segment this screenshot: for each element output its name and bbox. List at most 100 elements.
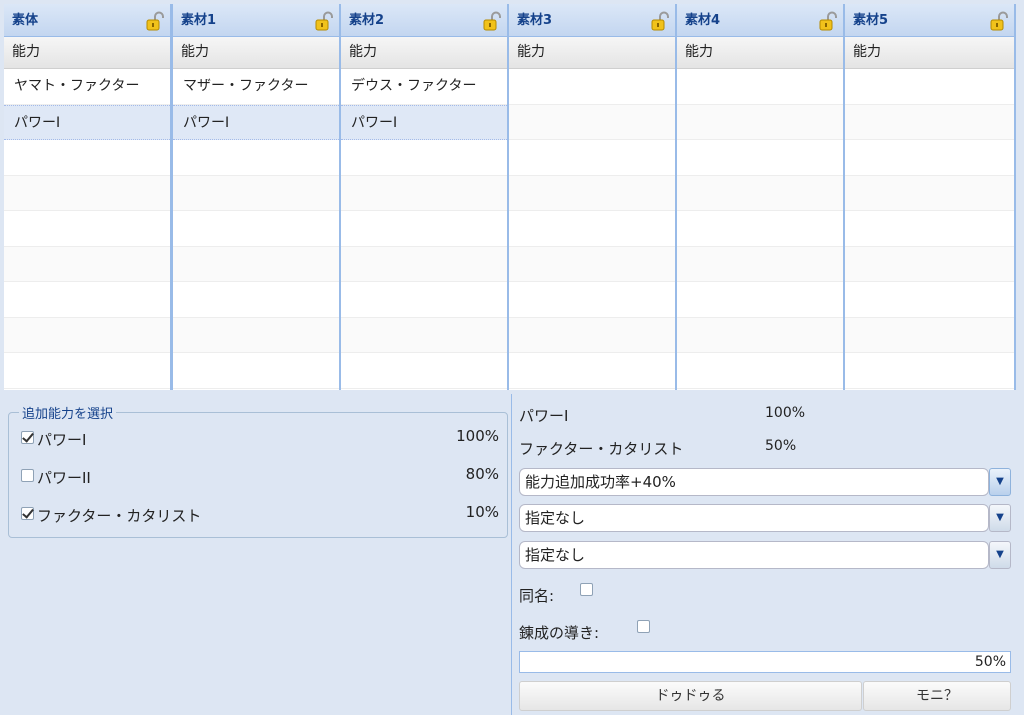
column-subheader[interactable]: 能力: [173, 37, 339, 69]
table-row[interactable]: [341, 211, 507, 247]
table-row[interactable]: [677, 104, 843, 140]
grid-rows: [677, 69, 843, 389]
table-row[interactable]: [509, 317, 675, 353]
fieldset-legend: 追加能力を選択: [19, 403, 117, 422]
option-select-2-value[interactable]: 指定なし: [519, 504, 989, 532]
table-row[interactable]: [509, 282, 675, 318]
table-row[interactable]: [509, 175, 675, 211]
option-select-3[interactable]: 指定なし ▼: [519, 541, 1011, 569]
column-subheader[interactable]: 能力: [845, 37, 1014, 69]
table-row[interactable]: [845, 140, 1014, 176]
chevron-down-icon[interactable]: ▼: [989, 468, 1011, 496]
table-row[interactable]: [677, 140, 843, 176]
table-row[interactable]: [677, 353, 843, 389]
option-select-3-value[interactable]: 指定なし: [519, 541, 989, 569]
option-label: ファクター・カタリスト: [37, 507, 202, 525]
table-row[interactable]: [845, 246, 1014, 282]
column-title: 素材2: [349, 13, 385, 28]
table-row[interactable]: デウス・ファクター: [341, 69, 507, 105]
same-name-checkbox[interactable]: [580, 583, 593, 596]
table-row[interactable]: [341, 140, 507, 176]
chevron-down-icon[interactable]: ▼: [989, 541, 1011, 569]
power-1-checkbox[interactable]: [21, 431, 34, 444]
grid-column: 素材1 能力 マザー・ファクター パワーI: [173, 4, 341, 390]
table-row[interactable]: [845, 211, 1014, 247]
table-row[interactable]: [341, 282, 507, 318]
table-row[interactable]: [4, 175, 170, 211]
table-row[interactable]: [341, 246, 507, 282]
table-row[interactable]: [4, 211, 170, 247]
padlock-open-icon[interactable]: [819, 11, 837, 31]
column-header[interactable]: 素材4: [677, 4, 843, 37]
table-row[interactable]: [677, 282, 843, 318]
table-row[interactable]: [341, 353, 507, 389]
table-row[interactable]: [509, 211, 675, 247]
table-row[interactable]: [677, 69, 843, 105]
table-row[interactable]: [845, 317, 1014, 353]
column-header[interactable]: 素材1: [173, 4, 339, 37]
padlock-open-icon[interactable]: [990, 11, 1008, 31]
chevron-down-icon[interactable]: ▼: [989, 504, 1011, 532]
column-header[interactable]: 素材5: [845, 4, 1014, 37]
table-row[interactable]: [677, 211, 843, 247]
table-row[interactable]: [4, 317, 170, 353]
boost-select-value[interactable]: 能力追加成功率+40%: [519, 468, 989, 496]
table-row[interactable]: [341, 317, 507, 353]
boost-select[interactable]: 能力追加成功率+40% ▼: [519, 468, 1011, 496]
table-row[interactable]: [341, 175, 507, 211]
table-row[interactable]: [677, 246, 843, 282]
table-row[interactable]: [509, 353, 675, 389]
column-subheader[interactable]: 能力: [677, 37, 843, 69]
table-row[interactable]: [173, 353, 339, 389]
table-row[interactable]: [677, 317, 843, 353]
column-header[interactable]: 素体: [4, 4, 170, 37]
table-row[interactable]: マザー・ファクター: [173, 69, 339, 105]
table-row[interactable]: [4, 140, 170, 176]
table-row[interactable]: [845, 104, 1014, 140]
padlock-open-icon[interactable]: [146, 11, 164, 31]
factor-catalyst-checkbox[interactable]: [21, 507, 34, 520]
table-row[interactable]: パワーI: [173, 104, 339, 140]
column-header[interactable]: 素材2: [341, 4, 507, 37]
table-row[interactable]: パワーI: [4, 104, 170, 140]
column-subheader[interactable]: 能力: [4, 37, 170, 69]
grid-rows: ヤマト・ファクター パワーI: [4, 69, 170, 389]
table-row[interactable]: [4, 282, 170, 318]
table-row[interactable]: [4, 246, 170, 282]
table-row[interactable]: パワーI: [341, 104, 507, 140]
success-progress-bar: 50%: [519, 651, 1011, 673]
option-power-1[interactable]: パワーI 100%: [21, 427, 499, 451]
table-row[interactable]: [845, 282, 1014, 318]
table-row[interactable]: [173, 175, 339, 211]
power-2-checkbox[interactable]: [21, 469, 34, 482]
table-row[interactable]: [173, 211, 339, 247]
table-row[interactable]: [173, 282, 339, 318]
table-row[interactable]: [509, 69, 675, 105]
monitor-button[interactable]: モニ？: [863, 681, 1011, 711]
table-row[interactable]: [509, 104, 675, 140]
padlock-open-icon[interactable]: [315, 11, 333, 31]
padlock-open-icon[interactable]: [651, 11, 669, 31]
table-row[interactable]: [509, 140, 675, 176]
column-subheader[interactable]: 能力: [509, 37, 675, 69]
option-factor-catalyst[interactable]: ファクター・カタリスト 10%: [21, 503, 499, 527]
guide-checkbox[interactable]: [637, 620, 650, 633]
table-row[interactable]: [509, 246, 675, 282]
grid-rows: [845, 69, 1014, 389]
column-header[interactable]: 素材3: [509, 4, 675, 37]
padlock-open-icon[interactable]: [483, 11, 501, 31]
option-percent: 10%: [465, 503, 499, 521]
table-row[interactable]: [845, 69, 1014, 105]
table-row[interactable]: [4, 353, 170, 389]
table-row[interactable]: [677, 175, 843, 211]
synthesize-button[interactable]: ドゥドゥる: [519, 681, 862, 711]
table-row[interactable]: [845, 175, 1014, 211]
table-row[interactable]: [173, 317, 339, 353]
table-row[interactable]: [173, 246, 339, 282]
table-row[interactable]: [173, 140, 339, 176]
option-power-2[interactable]: パワーII 80%: [21, 465, 499, 489]
table-row[interactable]: ヤマト・ファクター: [4, 69, 170, 105]
column-subheader[interactable]: 能力: [341, 37, 507, 69]
option-select-2[interactable]: 指定なし ▼: [519, 504, 1011, 532]
table-row[interactable]: [845, 353, 1014, 389]
